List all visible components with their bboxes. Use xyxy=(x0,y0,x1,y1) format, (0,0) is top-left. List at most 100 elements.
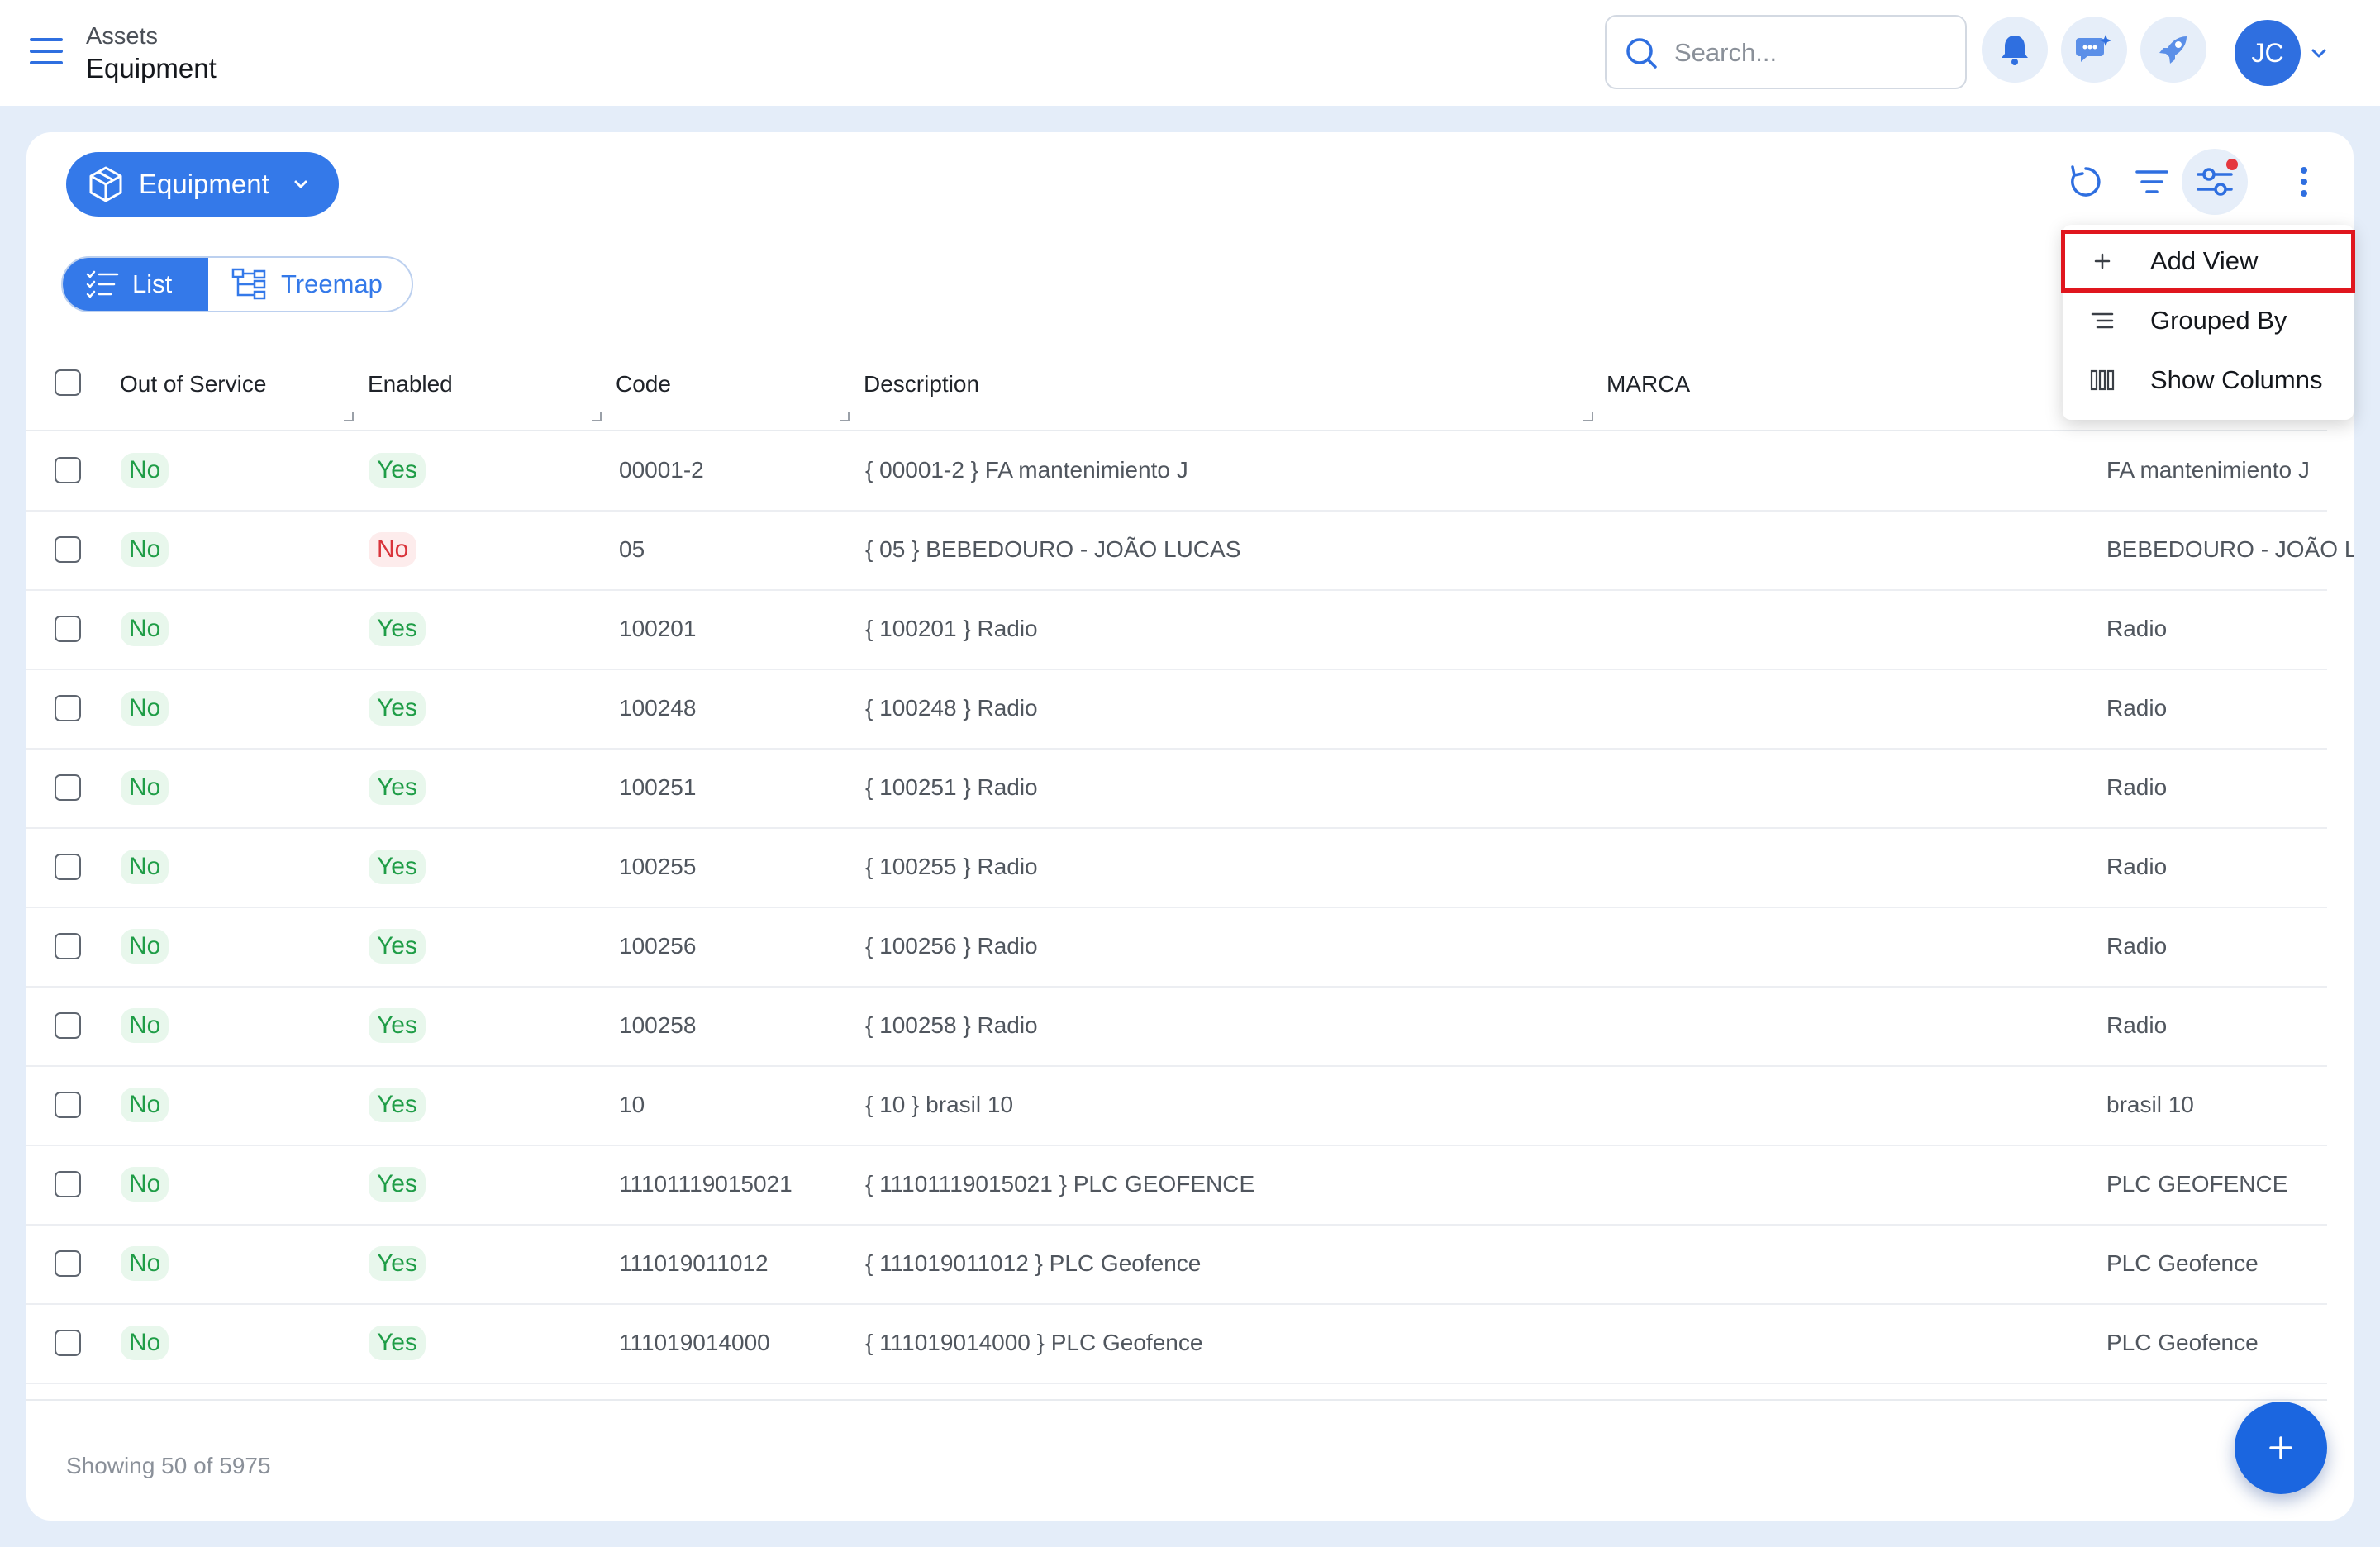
column-resize-handle[interactable] xyxy=(1583,412,1593,421)
checklist-icon xyxy=(86,270,119,298)
name-cell: BEBEDOURO - JOÃO LUCAS xyxy=(2106,536,2354,562)
column-header-marca[interactable]: MARCA xyxy=(1606,339,1690,430)
column-resize-handle[interactable] xyxy=(840,412,850,421)
description-cell: { 100255 } Radio xyxy=(865,854,1038,879)
column-header-enabled[interactable]: Enabled xyxy=(368,339,453,430)
out-of-service-badge: No xyxy=(121,1008,169,1043)
code-cell: 100256 xyxy=(619,933,697,959)
code-cell: 100248 xyxy=(619,695,697,721)
search-input[interactable] xyxy=(1673,31,1949,74)
rocket-button[interactable] xyxy=(2140,17,2206,83)
row-checkbox[interactable] xyxy=(55,1330,81,1356)
table-row[interactable]: No No 05 { 05 } BEBEDOURO - JOÃO LUCAS B… xyxy=(26,510,2354,591)
enabled-badge: Yes xyxy=(369,1326,426,1360)
name-cell: Radio xyxy=(2106,774,2168,800)
row-checkbox[interactable] xyxy=(55,933,81,959)
row-checkbox[interactable] xyxy=(55,1092,81,1118)
code-cell: 100251 xyxy=(619,774,697,800)
description-cell: { 10 } brasil 10 xyxy=(865,1092,1014,1117)
column-header-code[interactable]: Code xyxy=(616,339,671,430)
search-box[interactable] xyxy=(1605,15,1967,89)
description-cell: { 111019011012 } PLC Geofence xyxy=(865,1250,1202,1276)
rocket-icon xyxy=(2159,36,2187,64)
name-cell: Radio xyxy=(2106,933,2168,959)
description-cell: { 100258 } Radio xyxy=(865,1012,1038,1038)
name-cell: Radio xyxy=(2106,695,2168,721)
more-options-button[interactable] xyxy=(2281,159,2327,205)
add-equipment-button[interactable] xyxy=(2235,1402,2327,1494)
table-row[interactable]: No Yes 100248 { 100248 } Radio Radio xyxy=(26,669,2327,750)
more-vertical-icon xyxy=(2301,167,2307,197)
row-checkbox[interactable] xyxy=(55,695,81,721)
enabled-badge: Yes xyxy=(369,691,426,726)
breadcrumb-parent[interactable]: Assets xyxy=(86,23,158,50)
row-checkbox[interactable] xyxy=(55,1171,81,1197)
view-treemap-button[interactable]: Treemap xyxy=(208,258,412,311)
menu-icon[interactable] xyxy=(30,38,63,66)
refresh-button[interactable] xyxy=(2063,159,2109,205)
out-of-service-badge: No xyxy=(121,453,169,488)
row-checkbox[interactable] xyxy=(55,854,81,880)
code-cell: 00001-2 xyxy=(619,457,704,483)
entity-selector-label: Equipment xyxy=(139,169,269,199)
table-row[interactable]: No Yes 00001-2 { 00001-2 } FA mantenimie… xyxy=(26,431,2327,512)
row-checkbox[interactable] xyxy=(55,616,81,642)
entity-selector-button[interactable]: Equipment xyxy=(66,152,339,217)
table-row[interactable]: No Yes 111019014000 { 111019014000 } PLC… xyxy=(26,1303,2327,1384)
filter-button[interactable] xyxy=(2129,159,2175,205)
column-header-description[interactable]: Description xyxy=(864,339,979,430)
code-cell: 100201 xyxy=(619,616,697,641)
enabled-badge: No xyxy=(369,532,417,567)
table-row[interactable]: No Yes 111019011012 { 111019011012 } PLC… xyxy=(26,1224,2327,1305)
table-row[interactable]: No Yes 100255 { 100255 } Radio Radio xyxy=(26,827,2327,908)
enabled-badge: Yes xyxy=(369,850,426,884)
columns-icon xyxy=(2089,367,2116,393)
out-of-service-badge: No xyxy=(121,532,169,567)
description-cell: { 111019014000 } PLC Geofence xyxy=(865,1330,1203,1355)
table-row[interactable]: No Yes 100251 { 100251 } Radio Radio xyxy=(26,748,2327,829)
table-row[interactable]: No Yes 11101119015021 { 11101119015021 }… xyxy=(26,1145,2327,1226)
row-checkbox[interactable] xyxy=(55,1250,81,1277)
row-checkbox[interactable] xyxy=(55,457,81,483)
select-all-checkbox[interactable] xyxy=(55,369,81,396)
out-of-service-badge: No xyxy=(121,691,169,726)
table-header: Out of Service Enabled Code Description … xyxy=(26,339,2327,431)
row-checkbox[interactable] xyxy=(55,774,81,801)
chevron-down-icon[interactable] xyxy=(2309,43,2329,63)
pagination-summary: Showing 50 of 5975 xyxy=(66,1453,271,1478)
view-list-label: List xyxy=(132,269,173,298)
out-of-service-badge: No xyxy=(121,1246,169,1281)
chat-sparkle-icon xyxy=(2076,35,2111,62)
row-checkbox[interactable] xyxy=(55,536,81,563)
table-row[interactable]: No Yes 100201 { 100201 } Radio Radio xyxy=(26,589,2327,670)
name-cell: Radio xyxy=(2106,616,2168,641)
column-resize-handle[interactable] xyxy=(592,412,602,421)
table-row[interactable]: No Yes 10 { 10 } brasil 10 brasil 10 xyxy=(26,1065,2327,1146)
out-of-service-badge: No xyxy=(121,850,169,884)
name-cell: brasil 10 xyxy=(2106,1092,2194,1117)
view-settings-button[interactable] xyxy=(2182,149,2248,215)
top-bar: Assets Equipment JC xyxy=(0,0,2380,106)
view-list-button[interactable]: List xyxy=(63,258,208,311)
cube-icon xyxy=(89,166,122,202)
out-of-service-badge: No xyxy=(121,770,169,805)
table-row[interactable]: No Yes 100256 { 100256 } Radio Radio xyxy=(26,907,2327,988)
menu-item-grouped-by[interactable]: Grouped By xyxy=(2063,291,2354,350)
chat-button[interactable] xyxy=(2061,17,2127,83)
out-of-service-badge: No xyxy=(121,1167,169,1202)
avatar[interactable]: JC xyxy=(2235,20,2301,86)
menu-item-show-columns[interactable]: Show Columns xyxy=(2063,350,2354,410)
notification-dot xyxy=(2226,159,2238,170)
table-row[interactable]: No Yes 100258 { 100258 } Radio Radio xyxy=(26,986,2327,1067)
table-row-divider xyxy=(26,1383,2327,1401)
row-checkbox[interactable] xyxy=(55,1012,81,1039)
plus-icon xyxy=(2089,248,2116,274)
out-of-service-badge: No xyxy=(121,1088,169,1122)
description-cell: { 00001-2 } FA mantenimiento J xyxy=(865,457,1188,483)
filter-icon xyxy=(2135,170,2168,193)
code-cell: 111019011012 xyxy=(619,1250,769,1276)
column-header-out-of-service[interactable]: Out of Service xyxy=(120,339,266,430)
menu-item-add-view[interactable]: Add View xyxy=(2061,230,2355,293)
notifications-button[interactable] xyxy=(1982,17,2048,83)
column-resize-handle[interactable] xyxy=(344,412,354,421)
